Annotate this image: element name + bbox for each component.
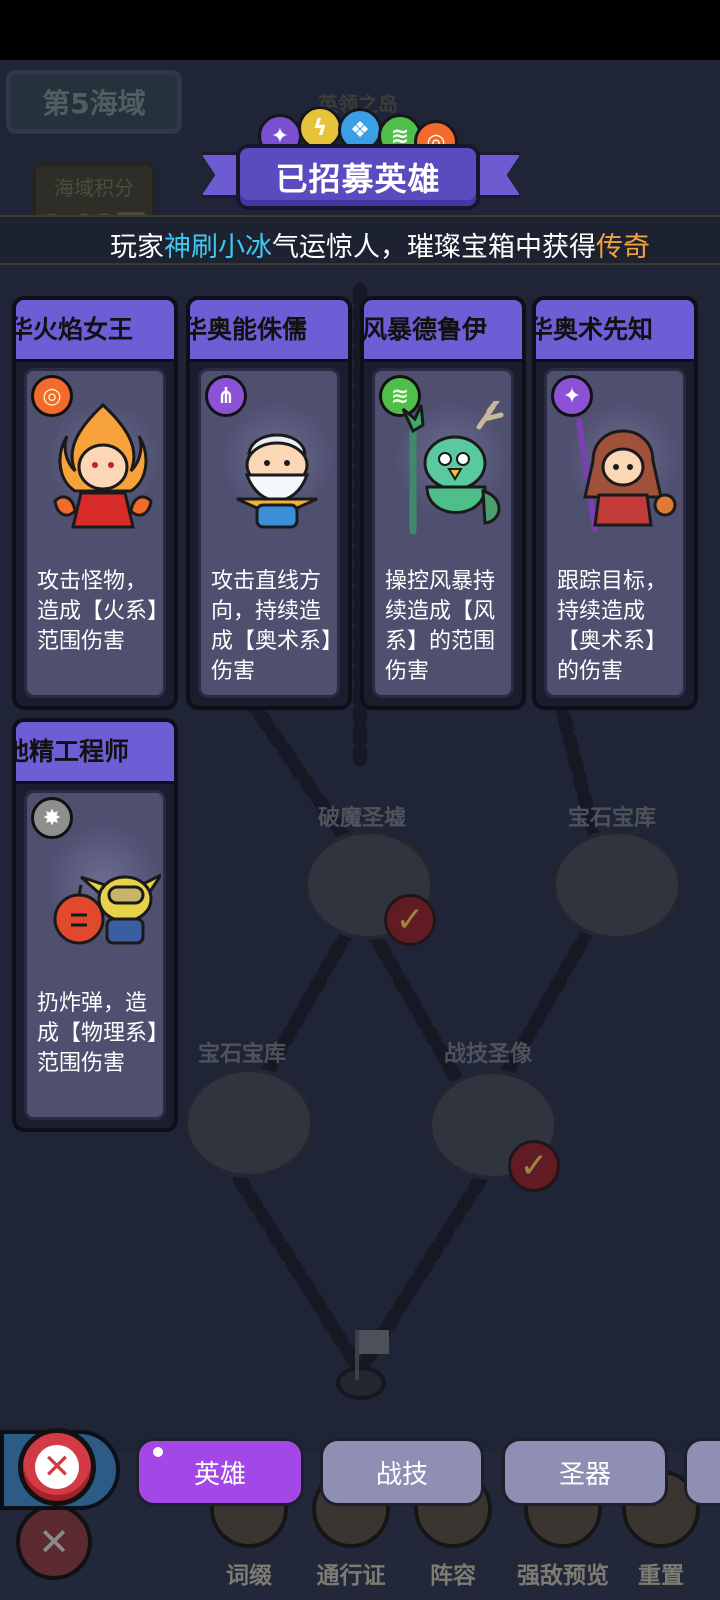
status-bar — [0, 0, 720, 60]
ticker-player-name: 神刷小冰 — [164, 232, 272, 263]
hero-name: 风暴德鲁伊 — [362, 315, 488, 344]
hero-card-header: 风暴德鲁伊 — [364, 300, 522, 362]
close-icon: ✕ — [35, 1445, 79, 1489]
hero-card-header: 华奥能侏儒 — [190, 300, 348, 362]
hero-card-body: ◎ 攻击怪物，造成【火系】范围伤害 — [24, 368, 166, 698]
map-node-treasury — [184, 1068, 314, 1178]
close-button[interactable]: ✕ — [18, 1428, 96, 1506]
hero-description: 攻击怪物，造成【火系】范围伤害 — [37, 569, 159, 654]
hero-description: 攻击直线方向，持续造成【奥术系】伤害 — [211, 569, 333, 684]
arcane-gnome-portrait — [236, 433, 318, 529]
ticker-prefix: 玩家 — [110, 232, 164, 263]
page-title: 已招募英雄 — [236, 144, 480, 210]
tab-heroes[interactable]: 英雄 — [136, 1438, 304, 1506]
reset-label: 重置 — [638, 1563, 684, 1589]
announcement-ticker: 玩家神刷小冰气运惊人，璀璨宝箱中获得传奇 — [0, 215, 720, 265]
hero-description: 扔炸弹，造成【物理系】范围伤害 — [37, 991, 159, 1076]
storm-druid-portrait — [401, 401, 504, 535]
map-node-label: 宝石宝库 — [198, 1042, 287, 1067]
enemy-preview-label: 强敌预览 — [517, 1563, 609, 1589]
tab-label: 圣器 — [558, 1459, 611, 1490]
map-node-treasury — [552, 830, 682, 940]
fire-queen-portrait — [53, 402, 153, 529]
tab-label: 英雄 — [193, 1459, 246, 1490]
hero-card[interactable]: 华火焰女王 ◎ 攻击怪物，造成【火系】范围伤害 — [12, 296, 178, 710]
lineup-label: 阵容 — [430, 1563, 476, 1589]
zone-score-label: 海域积分 — [54, 176, 134, 200]
hero-card-body: ✦ 跟踪目标，持续造成【奥术系】的伤害 — [544, 368, 686, 698]
ticker-rarity: 传奇 — [596, 232, 650, 263]
hero-card[interactable]: 风暴德鲁伊 ≋ 操控风暴持续造成【风系】的范围伤害 — [360, 296, 526, 710]
map-node-label: 宝石宝库 — [568, 806, 657, 831]
hero-name: 华火焰女王 — [12, 315, 134, 344]
hero-card-header: 地精工程师 — [16, 722, 174, 784]
hero-name: 华奥术先知 — [532, 315, 654, 344]
hero-card[interactable]: 华奥术先知 ✦ 跟踪目标，持续造成【奥术系】的伤害 — [532, 296, 698, 710]
hero-card-header: 华奥术先知 — [536, 300, 694, 362]
tab-relics[interactable]: 圣器 — [502, 1438, 668, 1506]
pass-label: 通行证 — [316, 1563, 386, 1589]
hero-card-body: ✸ 扔炸弹，造成【物理系】范围伤害 — [24, 790, 166, 1120]
tab-label: 战技 — [375, 1459, 428, 1490]
hero-description: 跟踪目标，持续造成【奥术系】的伤害 — [557, 569, 668, 684]
hero-name: 华奥能侏儒 — [186, 315, 308, 344]
announcement-text: 玩家神刷小冰气运惊人，璀璨宝箱中获得传奇 — [110, 225, 650, 263]
goblin-engineer-portrait — [53, 873, 161, 945]
start-flag-base — [336, 1366, 386, 1400]
map-node-label: 破魔圣墟 — [318, 806, 407, 831]
map-node-label: 战技圣像 — [444, 1042, 533, 1067]
hero-card-body: ⋔ 攻击直线方向，持续造成【奥术系】伤害 — [198, 368, 340, 698]
tab-skills[interactable]: 战技 — [320, 1438, 484, 1506]
completed-check-icon: ✓ — [384, 894, 436, 946]
ticker-message: 气运惊人，璀璨宝箱中获得 — [272, 232, 596, 263]
hero-card[interactable]: 华奥能侏儒 ⋔ 攻击直线方向，持续造成【奥术系】伤害 — [186, 296, 352, 710]
affix-label: 词缀 — [226, 1563, 272, 1589]
arcane-prophet-portrait — [576, 418, 677, 532]
hero-card-header: 华火焰女王 — [16, 300, 174, 362]
tab-more[interactable] — [684, 1438, 720, 1506]
hero-name: 地精工程师 — [12, 737, 130, 766]
tab-highlight-dot — [153, 1447, 163, 1457]
hero-card-body: ≋ 操控风暴持续造成【风系】的范围伤害 — [372, 368, 514, 698]
zone-badge: 第5海域 — [6, 70, 182, 134]
completed-check-icon: ✓ — [508, 1140, 560, 1192]
start-flag-icon — [359, 1330, 389, 1354]
dimmed-close-icon: ✕ — [16, 1504, 92, 1580]
hero-card[interactable]: 地精工程师 ✸ 扔炸弹，造成【物理系】范围伤害 — [12, 718, 178, 1132]
hero-description: 操控风暴持续造成【风系】的范围伤害 — [385, 569, 496, 684]
